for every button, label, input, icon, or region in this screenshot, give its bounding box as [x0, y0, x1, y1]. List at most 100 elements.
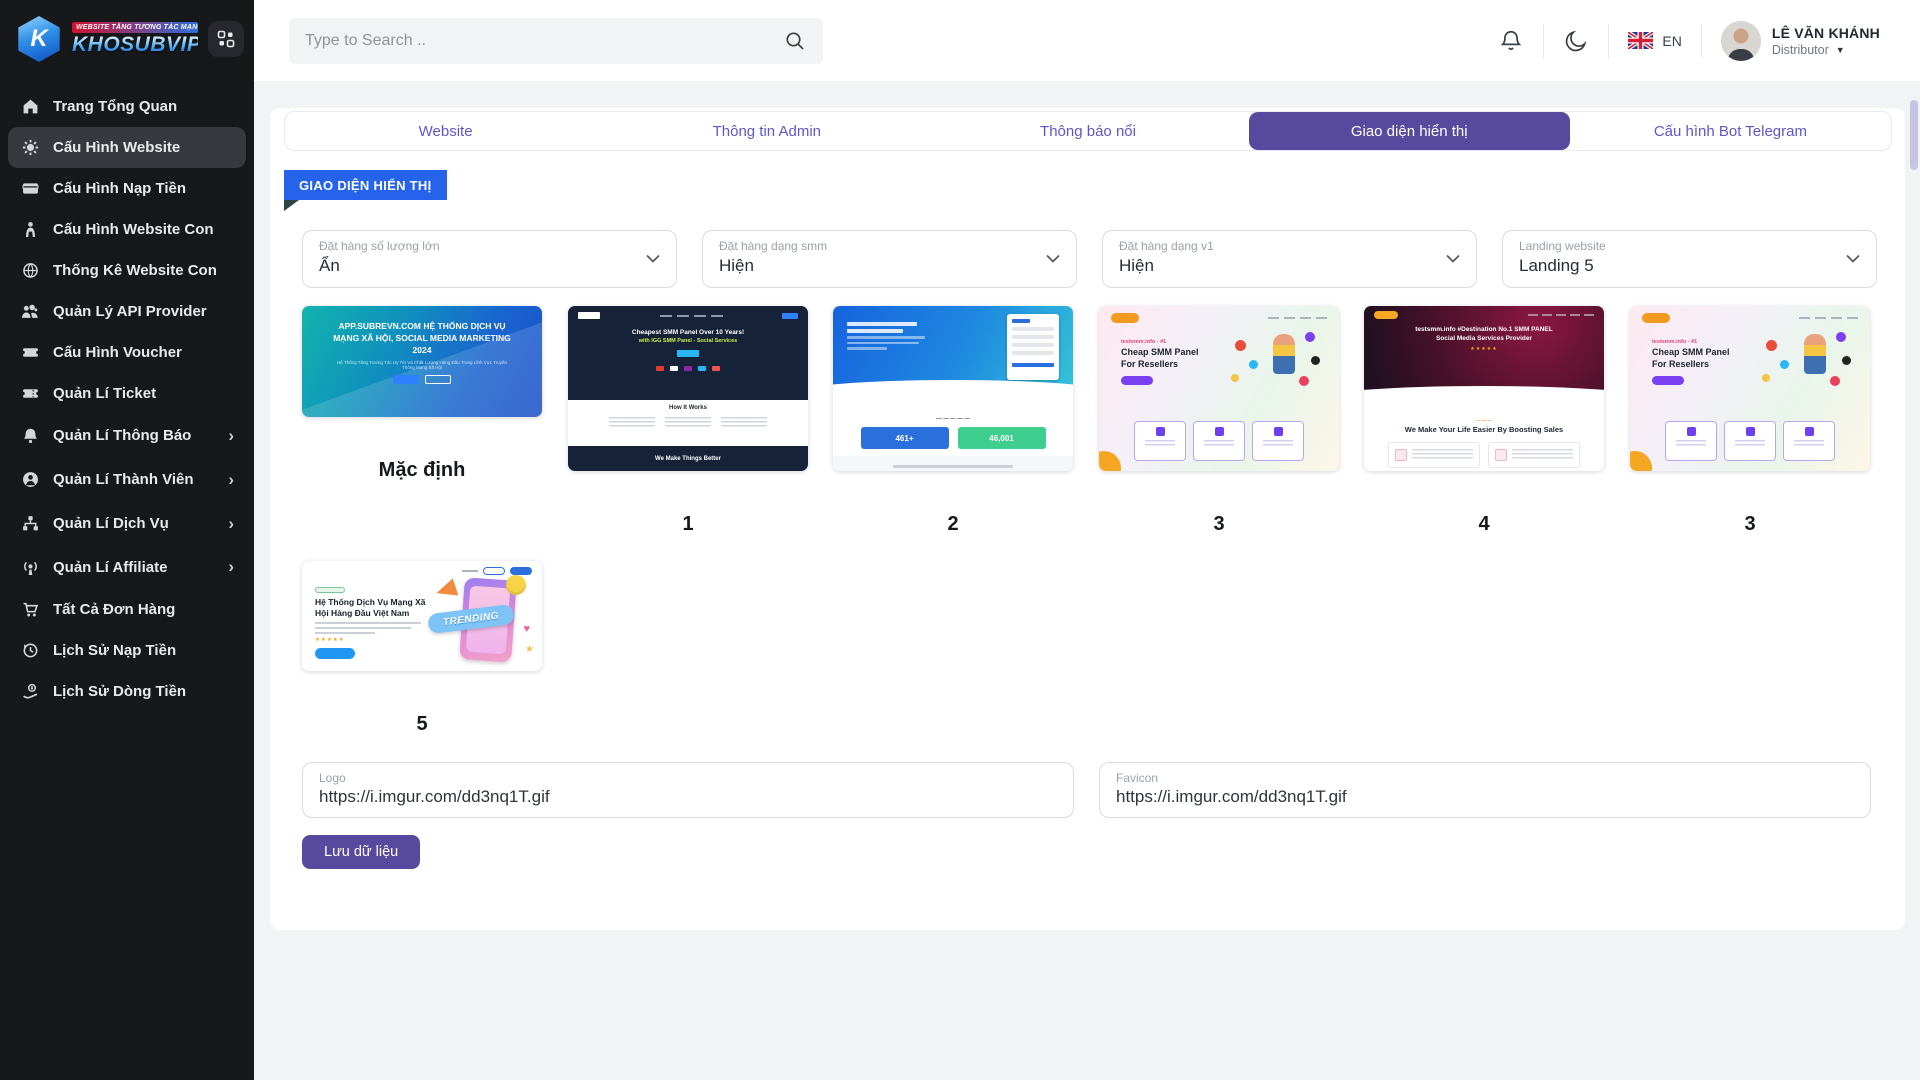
- template-label: 1: [568, 513, 808, 536]
- brand-logo-icon: K: [16, 16, 62, 62]
- select-landing-website[interactable]: Landing website Landing 5: [1502, 230, 1877, 288]
- chevron-right-icon: ›: [228, 555, 234, 579]
- section-badge: GIAO DIỆN HIỂN THỊ: [284, 170, 447, 200]
- ticket-icon: [20, 385, 40, 402]
- chevron-right-icon: ›: [228, 424, 234, 448]
- scrollbar-thumb[interactable]: [1910, 100, 1918, 170]
- template-thumbnail[interactable]: APP.SUBREVN.COM HỆ THỐNG DỊCH VỤ MẠNG XÃ…: [302, 306, 542, 417]
- sidebar-item-quan-li-thong-bao[interactable]: Quản Lí Thông Báo ›: [8, 414, 246, 458]
- bell-icon: [1498, 28, 1524, 54]
- chevron-down-icon: [1446, 254, 1460, 263]
- filters-row: Đặt hàng số lượng lớn Ẩn Đặt hàng dạng s…: [302, 230, 1877, 288]
- tab-website[interactable]: Website: [285, 112, 606, 150]
- template-option-4[interactable]: testsmm.info #Destination No.1 SMM PANEL…: [1364, 306, 1604, 536]
- save-button[interactable]: Lưu dữ liệu: [302, 835, 420, 869]
- chevron-down-icon: [1846, 254, 1860, 263]
- credit-card-icon: [20, 180, 40, 197]
- settings-panel: Website Thông tin Admin Thông báo nổi Gi…: [270, 108, 1905, 930]
- logo-field[interactable]: Logo: [302, 762, 1074, 818]
- select-dat-hang-dang-smm[interactable]: Đặt hàng dạng smm Hiện: [702, 230, 1077, 288]
- search-input[interactable]: [305, 32, 783, 50]
- chevron-right-icon: ›: [228, 468, 234, 492]
- person-icon: [20, 221, 40, 238]
- template-option-default[interactable]: APP.SUBREVN.COM HỆ THỐNG DỊCH VỤ MẠNG XÃ…: [302, 306, 542, 482]
- tab-thong-bao-noi[interactable]: Thông báo nổi: [927, 112, 1248, 150]
- history-icon: [20, 642, 40, 659]
- template-label: 4: [1364, 513, 1604, 536]
- favicon-field[interactable]: Favicon: [1099, 762, 1871, 818]
- topbar: EN LÊ VĂN KHÁNH Distributor ▼: [254, 0, 1920, 81]
- template-thumbnail[interactable]: testsmm.info - #1 Cheap SMM Panel For Re…: [1630, 306, 1870, 471]
- template-thumbnail[interactable]: Cheapest SMM Panel Over 10 Years! with I…: [568, 306, 808, 471]
- dark-mode-toggle[interactable]: [1563, 28, 1589, 54]
- sitemap-icon: [20, 515, 40, 532]
- sidebar-item-lich-su-nap-tien[interactable]: Lịch Sử Nạp Tiền: [8, 630, 246, 671]
- sidebar-item-lich-su-dong-tien[interactable]: Lịch Sử Dòng Tiền: [8, 671, 246, 712]
- sidebar-item-quan-li-affiliate[interactable]: Quản Lí Affiliate ›: [8, 545, 246, 589]
- template-option-3b[interactable]: testsmm.info - #1 Cheap SMM Panel For Re…: [1630, 306, 1870, 536]
- cashflow-icon: [20, 683, 40, 700]
- search-icon[interactable]: [783, 29, 807, 53]
- sidebar-item-quan-li-ticket[interactable]: Quản Lí Ticket: [8, 373, 246, 414]
- select-dat-hang-so-luong-lon[interactable]: Đặt hàng số lượng lớn Ẩn: [302, 230, 677, 288]
- search-box[interactable]: [289, 18, 823, 64]
- template-thumbnail[interactable]: Hệ Thống Dịch Vụ Mạng Xã Hội Hàng Đầu Vi…: [302, 561, 542, 671]
- tabs-bar: Website Thông tin Admin Thông báo nổi Gi…: [284, 111, 1892, 151]
- brand-ribbon: WEBSITE TĂNG TƯƠNG TÁC MẠNG XÃ HỘI UY TÍ…: [72, 22, 198, 33]
- template-thumbnail[interactable]: — — — — — 461+ 46,001: [833, 306, 1073, 471]
- template-option-1[interactable]: Cheapest SMM Panel Over 10 Years! with I…: [568, 306, 808, 536]
- home-icon: [20, 98, 40, 115]
- tab-thong-tin-admin[interactable]: Thông tin Admin: [606, 112, 927, 150]
- sidebar-item-cau-hinh-website[interactable]: Cấu Hình Website: [8, 127, 246, 168]
- template-label: 3: [1099, 513, 1339, 536]
- user-role: Distributor ▼: [1772, 43, 1880, 57]
- template-thumbnail[interactable]: testsmm.info - #1 Cheap SMM Panel For Re…: [1099, 306, 1339, 471]
- sidebar-item-cau-hinh-nap-tien[interactable]: Cấu Hình Nạp Tiền: [8, 168, 246, 209]
- brand-area: K WEBSITE TĂNG TƯƠNG TÁC MẠNG XÃ HỘI UY …: [0, 0, 254, 82]
- user-menu[interactable]: LÊ VĂN KHÁNH Distributor ▼: [1721, 21, 1880, 61]
- template-label: 3: [1630, 513, 1870, 536]
- users-icon: [20, 303, 40, 320]
- chevron-down-icon: [1046, 254, 1060, 263]
- uk-flag-icon: [1628, 32, 1653, 49]
- template-label: 2: [833, 513, 1073, 536]
- brand-name: KHOSUBVIP.TOP: [72, 33, 198, 57]
- tab-giao-dien-hien-thi[interactable]: Giao diện hiển thị: [1249, 112, 1570, 150]
- language-selector[interactable]: EN: [1628, 32, 1681, 49]
- sidebar-item-cau-hinh-website-con[interactable]: Cấu Hình Website Con: [8, 209, 246, 250]
- favicon-input[interactable]: [1116, 787, 1854, 807]
- sidebar-item-quan-ly-api-provider[interactable]: Quản Lý API Provider: [8, 291, 246, 332]
- globe-icon: [20, 262, 40, 279]
- divider: [1701, 24, 1702, 58]
- template-label: Mặc định: [302, 459, 542, 482]
- divider: [1608, 24, 1609, 58]
- notifications-button[interactable]: [1498, 28, 1524, 54]
- avatar: [1721, 21, 1761, 61]
- caret-down-icon: ▼: [1836, 45, 1845, 55]
- user-name: LÊ VĂN KHÁNH: [1772, 25, 1880, 41]
- logo-input[interactable]: [319, 787, 1057, 807]
- chevron-down-icon: [646, 254, 660, 263]
- broadcast-icon: [20, 559, 40, 576]
- divider: [1543, 24, 1544, 58]
- sidebar-item-trang-tong-quan[interactable]: Trang Tổng Quan: [8, 86, 246, 127]
- gear-icon: [20, 139, 40, 156]
- tab-cau-hinh-bot-telegram[interactable]: Cấu hình Bot Telegram: [1570, 112, 1891, 150]
- select-dat-hang-dang-v1[interactable]: Đặt hàng dạng v1 Hiện: [1102, 230, 1477, 288]
- template-label: 5: [302, 713, 542, 736]
- template-grid: APP.SUBREVN.COM HỆ THỐNG DỊCH VỤ MẠNG XÃ…: [302, 306, 1882, 766]
- template-option-5[interactable]: Hệ Thống Dịch Vụ Mạng Xã Hội Hàng Đầu Vi…: [302, 561, 542, 736]
- chevron-right-icon: ›: [228, 512, 234, 536]
- sidebar-item-tat-ca-don-hang[interactable]: Tất Cả Đơn Hàng: [8, 589, 246, 630]
- sidebar-item-quan-li-dich-vu[interactable]: Quản Lí Dịch Vụ ›: [8, 502, 246, 546]
- template-thumbnail[interactable]: testsmm.info #Destination No.1 SMM PANEL…: [1364, 306, 1604, 471]
- member-icon: [20, 471, 40, 488]
- template-option-3[interactable]: testsmm.info - #1 Cheap SMM Panel For Re…: [1099, 306, 1339, 536]
- template-option-2[interactable]: — — — — — 461+ 46,001 2: [833, 306, 1073, 536]
- sidebar-item-thong-ke-website-con[interactable]: Thống Kê Website Con: [8, 250, 246, 291]
- cart-icon: [20, 601, 40, 618]
- sidebar-item-quan-li-thanh-vien[interactable]: Quản Lí Thành Viên ›: [8, 458, 246, 502]
- language-label: EN: [1662, 33, 1681, 49]
- sidebar-item-cau-hinh-voucher[interactable]: Cấu Hình Voucher: [8, 332, 246, 373]
- bell-icon: [20, 427, 40, 444]
